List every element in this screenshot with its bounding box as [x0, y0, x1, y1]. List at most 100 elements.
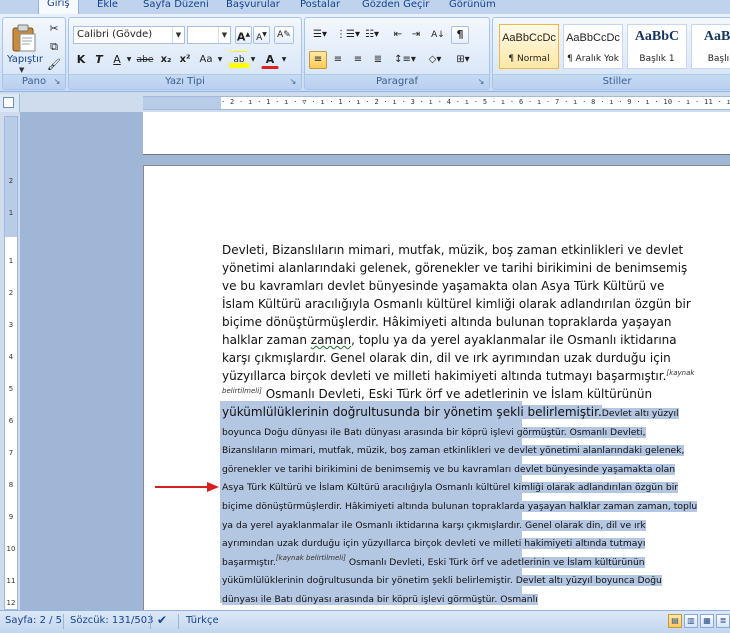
ruler-number: 5 — [8, 385, 14, 393]
strikethrough-button[interactable]: abe — [134, 51, 156, 69]
superscript-button[interactable]: x² — [176, 51, 194, 69]
font-name-value: Calibri (Gövde) — [77, 29, 153, 40]
chevron-down-icon[interactable]: ▼ — [218, 27, 230, 43]
font-launcher-icon[interactable]: ↘ — [288, 77, 298, 87]
line-spacing-icon[interactable]: ↕≡▾ — [393, 51, 417, 69]
align-right-icon[interactable]: ≡ — [349, 51, 367, 69]
ruler-number: 7 — [8, 449, 14, 457]
change-case-dropdown-icon[interactable]: ▼ — [216, 51, 224, 69]
align-left-icon[interactable]: ≡ — [309, 51, 327, 69]
proofing-icon[interactable]: ✔ — [157, 613, 167, 627]
copy-icon[interactable]: ⧉ — [45, 38, 63, 56]
highlight-dropdown-icon[interactable]: ▼ — [249, 51, 257, 69]
clipboard-group: Yapıştır ▼ ✂ ⧉ 🖌 Pano ↘ — [2, 17, 66, 90]
font-color-button[interactable]: A — [261, 51, 279, 69]
format-painter-icon[interactable]: 🖌 — [45, 56, 63, 74]
ruler-number: 4 — [8, 353, 14, 361]
ruler-number: 1 — [8, 257, 14, 265]
chevron-down-icon[interactable]: ▼ — [172, 27, 184, 43]
ruler-number: 8 — [8, 481, 14, 489]
annotation-arrow-icon — [155, 482, 219, 492]
tab-view[interactable]: Görünüm — [449, 0, 496, 14]
paste-dropdown-icon[interactable]: ▼ — [19, 66, 24, 74]
bullets-icon[interactable]: ☰▾ — [309, 26, 331, 44]
tab-selector[interactable] — [0, 94, 20, 112]
ruler-number: 11 — [6, 577, 16, 585]
ruler-number: 10 — [6, 545, 16, 553]
horizontal-ruler[interactable]: · 2 · ı · 1 · ı · ▽ · ı · 1 · ı · 2 · ı … — [143, 96, 730, 110]
bold-button[interactable]: K — [73, 51, 89, 69]
page-indicator[interactable]: Sayfa: 2 / 5 — [5, 615, 62, 626]
underline-dropdown-icon[interactable]: ▼ — [125, 51, 133, 69]
style-sample: AaBb — [703, 29, 730, 44]
style-sample: AaBbCcDc — [566, 32, 620, 44]
style-heading-1[interactable]: AaBbC Başlık 1 — [627, 24, 687, 69]
underline-button[interactable]: A — [109, 51, 125, 69]
paragraph-group-label: Paragraf — [305, 74, 489, 89]
status-separator — [63, 614, 64, 629]
style-name: ¶ Normal — [508, 54, 550, 64]
style-title[interactable]: AaBb Başlık — [691, 24, 730, 69]
paragraph-text: Devleti, Bizanslıların mimari, mutfak, m… — [222, 243, 691, 347]
web-layout-view-icon[interactable]: ▦ — [700, 614, 714, 628]
show-marks-button[interactable]: ¶ — [451, 26, 469, 44]
numbering-icon[interactable]: ⋮☰▾ — [335, 26, 360, 44]
vertical-ruler[interactable]: 2 1 1 2 3 4 5 6 7 8 9 10 11 12 — [4, 116, 18, 610]
highlight-button[interactable]: ab — [229, 51, 249, 69]
outline-view-icon[interactable]: ≣ — [716, 614, 730, 628]
font-name-combo[interactable]: Calibri (Gövde) ▼ — [73, 26, 185, 44]
grow-font-button[interactable]: A▲ — [235, 26, 252, 44]
language-indicator[interactable]: Türkçe — [186, 615, 219, 626]
ruler-number: 2 — [8, 289, 14, 297]
clipboard-launcher-icon[interactable]: ↘ — [52, 77, 62, 87]
increase-indent-icon[interactable]: ⇥ — [407, 26, 425, 44]
left-tab-icon — [3, 97, 14, 108]
spelling-flag: zaman — [310, 333, 352, 347]
ruler-number: 3 — [8, 321, 14, 329]
ribbon: Yapıştır ▼ ✂ ⧉ 🖌 Pano ↘ Calibri (Gövde) … — [0, 14, 730, 92]
align-center-icon[interactable]: ≡ — [329, 51, 347, 69]
change-case-button[interactable]: Aa — [196, 51, 216, 69]
cut-icon[interactable]: ✂ — [45, 20, 63, 38]
paste-icon[interactable] — [11, 24, 37, 52]
font-size-combo[interactable]: ▼ — [187, 26, 231, 44]
status-separator — [150, 614, 151, 629]
citation-needed[interactable]: [kaynak belirtilmeli] — [275, 553, 346, 562]
ruler-number: 1 — [8, 209, 14, 217]
justify-icon[interactable]: ≣ — [369, 51, 387, 69]
style-name: ¶ Aralık Yok — [566, 54, 620, 64]
sort-icon[interactable]: A↓ — [429, 26, 447, 44]
tab-page-layout[interactable]: Sayfa Düzeni — [143, 0, 209, 14]
paragraph-text: Osmanlı Devleti, Eski Türk örf ve adetle… — [261, 387, 653, 401]
italic-button[interactable]: T — [91, 51, 107, 69]
word-count[interactable]: Sözcük: 131/503 — [70, 615, 153, 626]
borders-icon[interactable]: ⊞▾ — [451, 51, 475, 69]
full-screen-view-icon[interactable]: ▥ — [684, 614, 698, 628]
shrink-font-button[interactable]: A▼ — [253, 26, 270, 44]
paragraph-launcher-icon[interactable]: ↘ — [476, 77, 486, 87]
subscript-button[interactable]: x₂ — [157, 51, 175, 69]
style-no-spacing[interactable]: AaBbCcDc ¶ Aralık Yok — [563, 24, 623, 69]
font-color-dropdown-icon[interactable]: ▼ — [280, 51, 288, 69]
paste-button-label[interactable]: Yapıştır — [5, 54, 45, 65]
font-group: Calibri (Gövde) ▼ ▼ A▲ A▼ A✎ K T A ▼ abe… — [68, 17, 302, 90]
style-normal[interactable]: AaBbCcDc ¶ Normal — [499, 24, 559, 69]
tab-home[interactable]: Giriş — [38, 0, 79, 14]
tab-insert[interactable]: Ekle — [97, 0, 118, 14]
tab-mailings[interactable]: Postalar — [300, 0, 340, 14]
shading-icon[interactable]: ◇▾ — [423, 51, 447, 69]
status-bar: Sayfa: 2 / 5 Sözcük: 131/503 ✔ Türkçe ▤ … — [0, 610, 730, 633]
tab-review[interactable]: Gözden Geçir — [362, 0, 429, 14]
ruler-ticks: · 2 · ı · 1 · ı · ▽ · ı · 1 · ı · 2 · ı … — [221, 98, 730, 106]
document-body[interactable]: Devleti, Bizanslıların mimari, mutfak, m… — [222, 241, 698, 608]
print-layout-view-icon[interactable]: ▤ — [668, 614, 682, 628]
decrease-indent-icon[interactable]: ⇤ — [389, 26, 407, 44]
paragraph-group: ☰▾ ⋮☰▾ ☷▾ ⇤ ⇥ A↓ ¶ ≡ ≡ ≡ ≣ ↕≡▾ ◇▾ ⊞▾ Par… — [304, 17, 490, 90]
style-sample: AaBbCcDc — [502, 32, 556, 44]
ruler-number: 6 — [8, 417, 14, 425]
ribbon-tabs: Giriş Ekle Sayfa Düzeni Başvurular Posta… — [0, 0, 730, 14]
clear-formatting-icon[interactable]: A✎ — [274, 26, 294, 44]
tab-references[interactable]: Başvurular — [226, 0, 280, 14]
multilevel-list-icon[interactable]: ☷▾ — [361, 26, 383, 44]
font-group-label: Yazı Tipi — [69, 74, 301, 89]
